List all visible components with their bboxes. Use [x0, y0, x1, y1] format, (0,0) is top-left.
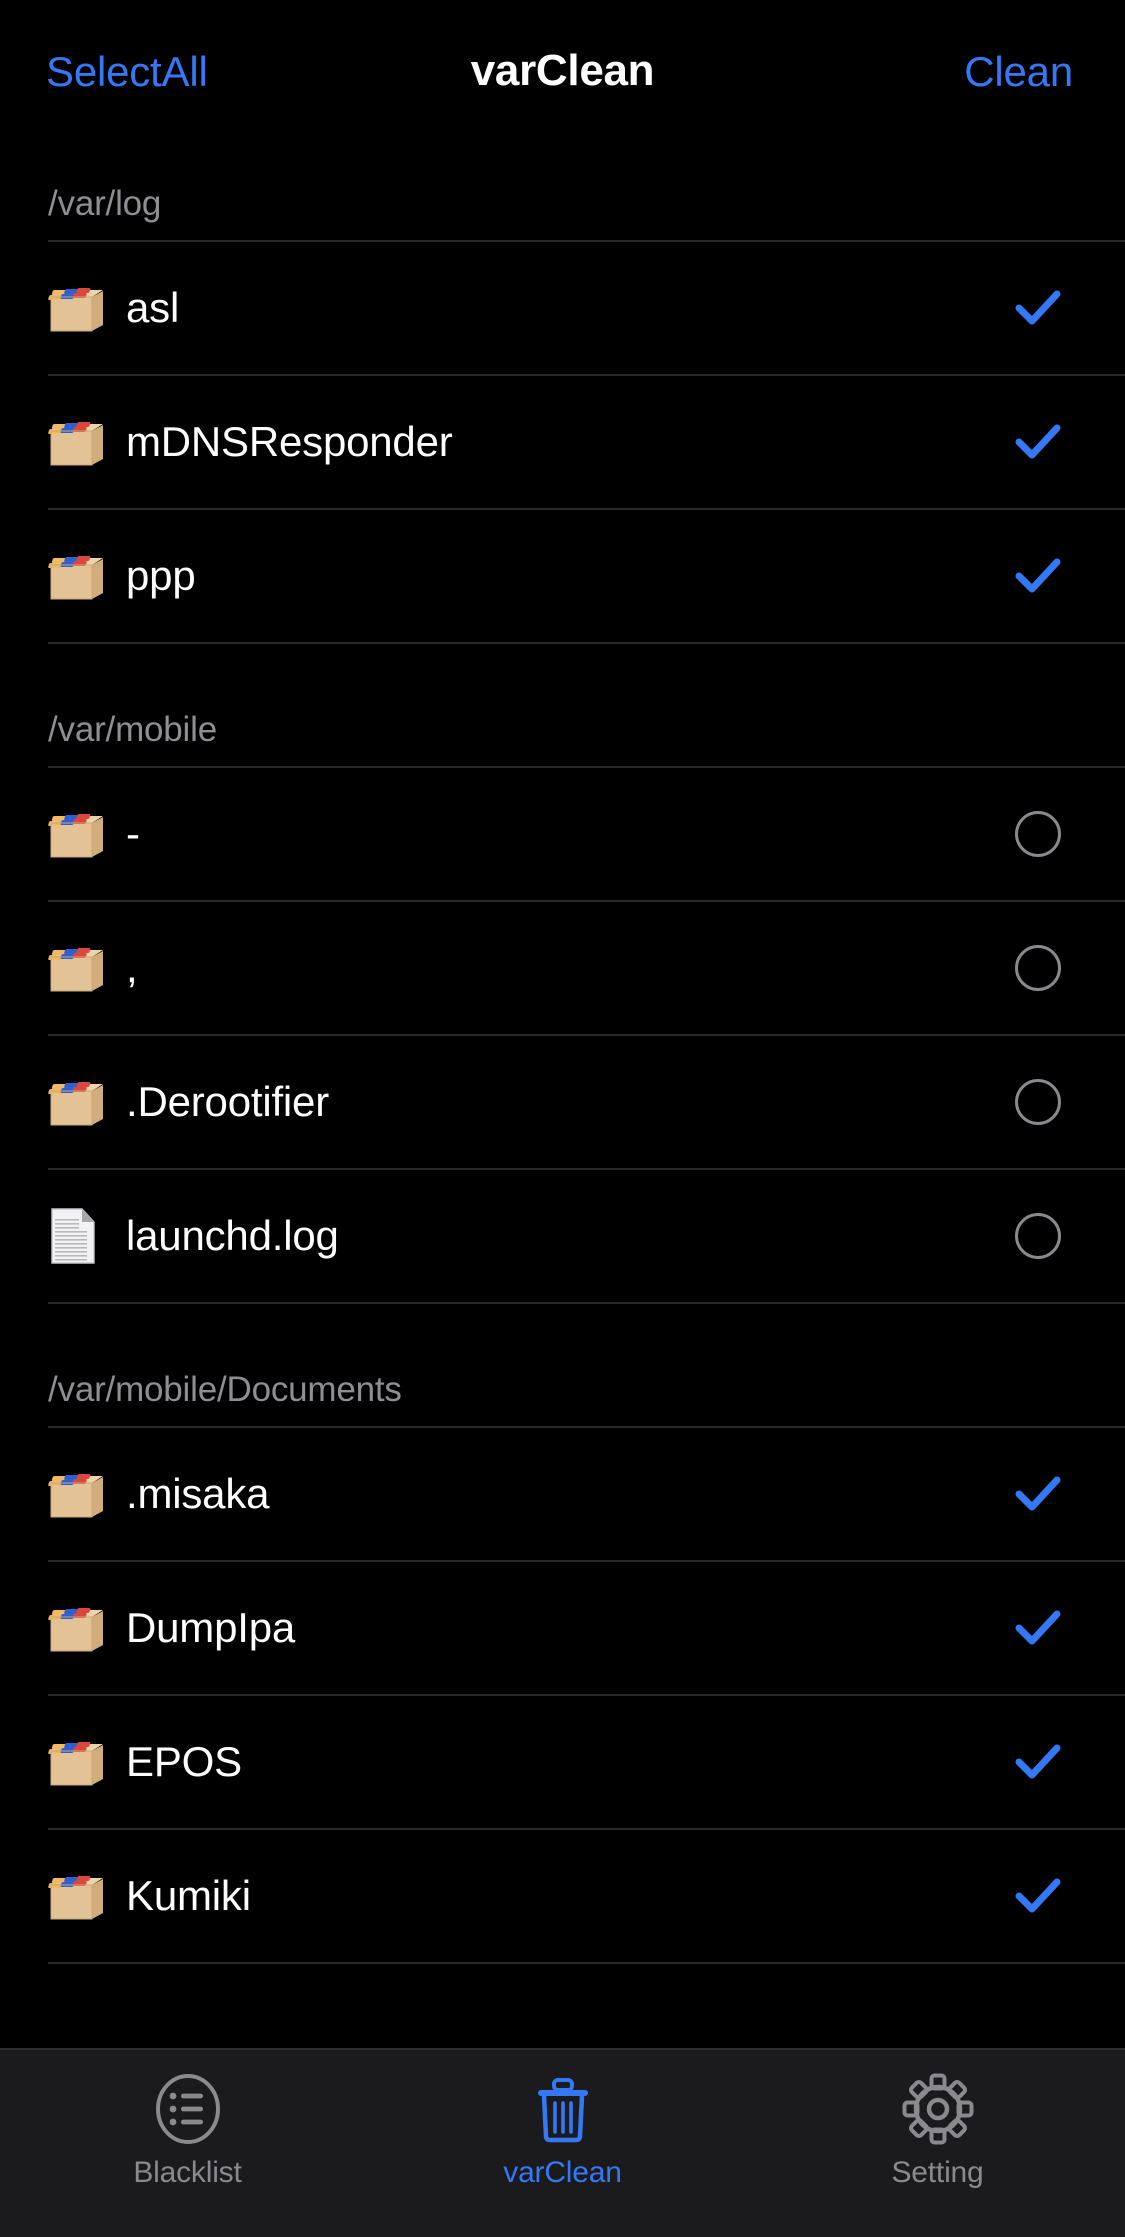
tab-varclean[interactable]: varClean	[375, 2072, 750, 2190]
section-header: /var/mobile	[48, 710, 217, 749]
file-icon	[48, 1207, 114, 1265]
file-list[interactable]: /var/log asl mDNSResponder ppp/var/mobile -,…	[0, 118, 1125, 2048]
circled-list-icon	[151, 2072, 225, 2146]
table-row[interactable]: .Derootifier	[0, 1036, 1125, 1168]
checkmark-icon[interactable]	[1003, 1868, 1073, 1924]
page-title: varClean	[470, 46, 655, 95]
tab-setting[interactable]: Setting	[750, 2072, 1125, 2190]
row-label: DumpIpa	[126, 1604, 296, 1651]
checkmark-icon[interactable]	[1003, 280, 1073, 336]
table-row[interactable]: ppp	[0, 510, 1125, 642]
folder-icon	[48, 415, 114, 469]
empty-circle-icon[interactable]	[1003, 945, 1073, 991]
empty-circle-icon	[1015, 811, 1061, 857]
folder-icon	[48, 807, 114, 861]
checkmark-icon[interactable]	[1003, 1466, 1073, 1522]
tab-label: Setting	[891, 2156, 984, 2189]
table-row[interactable]: ,	[0, 902, 1125, 1034]
folder-icon	[48, 1601, 114, 1655]
row-label: ppp	[126, 552, 196, 599]
row-label: .misaka	[126, 1470, 270, 1517]
empty-circle-icon	[1015, 945, 1061, 991]
checkmark-icon[interactable]	[1003, 1734, 1073, 1790]
table-row[interactable]: .misaka	[0, 1428, 1125, 1560]
section-header: /var/log	[48, 184, 162, 223]
clean-button[interactable]: Clean	[964, 48, 1073, 96]
navigation-bar: SelectAll varClean Clean	[0, 0, 1125, 118]
app-screen: SelectAll varClean Clean /var/log asl mDNS…	[0, 0, 1125, 2237]
table-row[interactable]: -	[0, 768, 1125, 900]
tab-label: Blacklist	[133, 2156, 242, 2189]
row-label: Kumiki	[126, 1872, 251, 1919]
separator	[48, 1962, 1125, 1964]
folder-icon	[48, 549, 114, 603]
trash-icon	[526, 2072, 600, 2146]
row-label: mDNSResponder	[126, 418, 453, 465]
empty-circle-icon	[1015, 1213, 1061, 1259]
row-label: EPOS	[126, 1738, 242, 1785]
empty-circle-icon[interactable]	[1003, 811, 1073, 857]
folder-icon	[48, 1869, 114, 1923]
row-label: -	[126, 810, 140, 857]
empty-circle-icon	[1015, 1079, 1061, 1125]
table-row[interactable]: EPOS	[0, 1696, 1125, 1828]
table-row[interactable]: mDNSResponder	[0, 376, 1125, 508]
checkmark-icon[interactable]	[1003, 414, 1073, 470]
table-row[interactable]: Kumiki	[0, 1830, 1125, 1962]
empty-circle-icon[interactable]	[1003, 1213, 1073, 1259]
folder-icon	[48, 281, 114, 335]
table-row[interactable]: DumpIpa	[0, 1562, 1125, 1694]
row-label: launchd.log	[126, 1212, 339, 1259]
row-label: ,	[126, 944, 138, 991]
tab-label: varClean	[503, 2156, 622, 2189]
row-label: .Derootifier	[126, 1078, 330, 1125]
gear-icon	[901, 2072, 975, 2146]
folder-icon	[48, 1735, 114, 1789]
checkmark-icon[interactable]	[1003, 1600, 1073, 1656]
table-row[interactable]: launchd.log	[0, 1170, 1125, 1302]
empty-circle-icon[interactable]	[1003, 1079, 1073, 1125]
folder-icon	[48, 1467, 114, 1521]
section-header: /var/mobile/Documents	[48, 1370, 402, 1409]
folder-icon	[48, 941, 114, 995]
table-row[interactable]: asl	[0, 242, 1125, 374]
checkmark-icon[interactable]	[1003, 548, 1073, 604]
tab-bar: Blacklist varClean Setting	[0, 2048, 1125, 2237]
row-label: asl	[126, 284, 180, 331]
folder-icon	[48, 1075, 114, 1129]
tab-blacklist[interactable]: Blacklist	[0, 2072, 375, 2190]
